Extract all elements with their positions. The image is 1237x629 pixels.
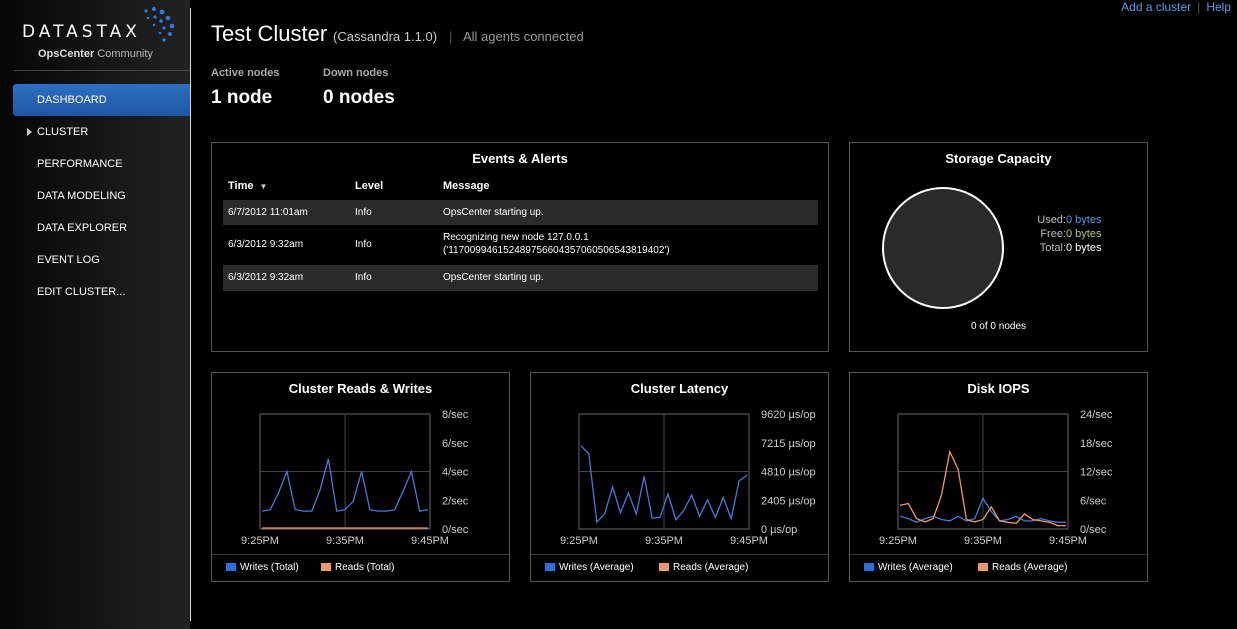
latency-chart[interactable]: 0 µs/op2405 µs/op4810 µs/op7215 µs/op962… xyxy=(531,373,828,553)
total-value: 0 bytes xyxy=(1066,242,1102,254)
y-tick-label: 2/sec xyxy=(442,495,469,507)
y-tick-label: 24/sec xyxy=(1080,409,1113,421)
active-nodes-label: Active nodes xyxy=(211,67,280,79)
y-tick-label: 4810 µs/op xyxy=(761,467,816,479)
reads-writes-chart[interactable]: 0/sec2/sec4/sec6/sec8/sec9:25PM 9:35PM 9:4… xyxy=(212,373,509,553)
x-tick-label: 9:25PM xyxy=(879,535,917,547)
used-label: Used: xyxy=(1037,214,1066,226)
iops-chart[interactable]: 0/sec6/sec12/sec18/sec24/sec9:25PM 9:35PM… xyxy=(850,373,1147,553)
legend-reads[interactable]: Reads (Total) xyxy=(321,562,394,573)
legend-writes[interactable]: Writes (Average) xyxy=(864,562,953,573)
x-tick-label: 9:45PM xyxy=(730,535,768,547)
product-name: OpsCenter Community xyxy=(38,48,153,60)
sidebar-item-edit-cluster[interactable]: EDIT CLUSTER... xyxy=(13,276,190,308)
x-tick-label: 9:35PM xyxy=(326,535,364,547)
latency-panel: Cluster Latency 0 µs/op 2405 µs/op 4810 µs… xyxy=(530,372,829,582)
y-tick-label: 2405 µs/op xyxy=(761,495,816,507)
sidebar-item-dashboard[interactable]: DASHBOARD xyxy=(13,84,190,116)
sidebar-nav: DASHBOARD CLUSTER PERFORMANCE DATA MODEL… xyxy=(13,84,190,308)
iops-panel: Disk IOPS 0/sec 6/sec 12/sec 18/sec 24/sec 9:… xyxy=(849,372,1148,582)
events-title: Events & Alerts xyxy=(472,151,568,166)
y-tick-label: 18/sec xyxy=(1080,438,1113,450)
top-links-separator: | xyxy=(1197,0,1201,14)
event-message: OpsCenter starting up. xyxy=(443,272,544,283)
x-tick-label: 9:25PM xyxy=(560,535,598,547)
event-time: 6/3/2012 9:32am xyxy=(228,239,304,250)
agents-status: All agents connected xyxy=(463,29,584,44)
storage-panel: Storage Capacity Used: 0 bytes Free: 0 b… xyxy=(849,142,1148,352)
help-link[interactable]: Help xyxy=(1206,0,1231,14)
total-label: Total: xyxy=(1039,242,1066,254)
free-label: Free: xyxy=(1040,228,1066,240)
sidebar-item-event-log[interactable]: EVENT LOG xyxy=(13,244,190,276)
expand-arrow-icon[interactable] xyxy=(27,128,32,136)
y-tick-label: 7215 µs/op xyxy=(761,438,816,450)
event-level: Info xyxy=(355,239,372,250)
y-tick-label: 8/sec xyxy=(442,409,469,421)
event-level: Info xyxy=(355,272,372,283)
legend-writes[interactable]: Writes (Average) xyxy=(545,562,634,573)
logo-dots-icon xyxy=(144,6,175,42)
latency-legend: Writes (Average) Reads (Average) xyxy=(531,554,828,581)
x-tick-label: 9:45PM xyxy=(411,535,449,547)
event-time: 6/3/2012 9:32am xyxy=(228,272,304,283)
x-tick-label: 9:35PM xyxy=(645,535,683,547)
storage-pie[interactable] xyxy=(882,187,1004,309)
y-tick-label: 6/sec xyxy=(1080,495,1107,507)
down-nodes-value[interactable]: 0 nodes xyxy=(323,87,395,109)
cluster-version: (Cassandra 1.1.0) xyxy=(333,29,438,44)
x-tick-label: 9:35PM xyxy=(964,535,1002,547)
add-cluster-link[interactable]: Add a cluster xyxy=(1121,0,1191,14)
legend-reads[interactable]: Reads (Average) xyxy=(978,562,1067,573)
down-nodes-label: Down nodes xyxy=(323,67,389,79)
datastax-logo[interactable]: DATASTAX OpsCenter Community xyxy=(22,6,182,64)
y-tick-label: 6/sec xyxy=(442,438,469,450)
iops-legend: Writes (Average) Reads (Average) xyxy=(850,554,1147,581)
sidebar-item-data-explorer[interactable]: DATA EXPLORER xyxy=(13,212,190,244)
legend-reads[interactable]: Reads (Average) xyxy=(659,562,748,573)
used-value: 0 bytes xyxy=(1066,214,1102,226)
event-message-detail: ('11700994615248975660435706050654381940… xyxy=(443,245,670,256)
x-tick-label: 9:45PM xyxy=(1049,535,1087,547)
sort-desc-icon: ▼ xyxy=(259,182,268,191)
event-message: OpsCenter starting up. xyxy=(443,207,544,218)
events-panel: Events & Alerts Time ▼ Level Message 6/7/… xyxy=(211,142,829,352)
reads-writes-panel: Cluster Reads & Writes 0/sec 2/sec 4/sec 6/… xyxy=(211,372,510,582)
storage-nodes-count: 0 of 0 nodes xyxy=(970,321,1027,332)
x-tick-label: 9:25PM xyxy=(241,535,279,547)
sidebar-item-performance[interactable]: PERFORMANCE xyxy=(13,148,190,180)
top-links: Add a cluster | Help xyxy=(1121,0,1231,14)
legend-writes[interactable]: Writes (Total) xyxy=(226,562,299,573)
logo-divider xyxy=(14,70,190,71)
sidebar-item-cluster[interactable]: CLUSTER xyxy=(13,116,190,148)
storage-title: Storage Capacity xyxy=(945,151,1052,166)
y-tick-label: 9620 µs/op xyxy=(761,409,816,421)
event-row[interactable]: 6/3/2012 9:32am Info OpsCenter starting … xyxy=(223,265,818,291)
y-tick-label: 4/sec xyxy=(442,467,469,479)
event-row[interactable]: 6/3/2012 9:32am Info Recognizing new nod… xyxy=(223,225,818,265)
cluster-title: Test Cluster xyxy=(211,21,328,46)
time-column-header[interactable]: Time ▼ xyxy=(228,180,267,192)
reads-writes-legend: Writes (Total) Reads (Total) xyxy=(212,554,509,581)
event-message: Recognizing new node 127.0.0.1 xyxy=(443,232,589,243)
message-column-header[interactable]: Message xyxy=(443,180,489,192)
sidebar-item-data-modeling[interactable]: DATA MODELING xyxy=(13,180,190,212)
header-separator: | xyxy=(449,29,453,44)
event-level: Info xyxy=(355,207,372,218)
event-time: 6/7/2012 11:01am xyxy=(228,207,308,218)
active-nodes-value[interactable]: 1 node xyxy=(211,87,272,109)
logo-text: DATASTAX xyxy=(22,22,141,42)
free-value: 0 bytes xyxy=(1066,228,1102,240)
sidebar-divider xyxy=(190,8,191,621)
level-column-header[interactable]: Level xyxy=(355,180,383,192)
y-tick-label: 12/sec xyxy=(1080,467,1113,479)
event-row[interactable]: 6/7/2012 11:01am Info OpsCenter starting… xyxy=(223,200,818,225)
sidebar: DATASTAX OpsCenter Community DASHBOARD C… xyxy=(0,0,190,629)
